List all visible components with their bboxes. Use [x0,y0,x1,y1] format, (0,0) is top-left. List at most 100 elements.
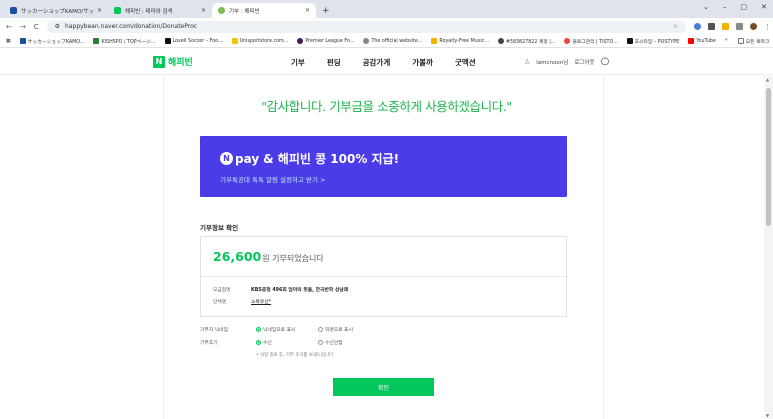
search-icon[interactable]: ○ [601,56,610,67]
bookmark-item[interactable]: KISHSPO / TOPページ... [93,38,156,45]
extension-icon[interactable] [722,23,729,30]
bookmark-label: 포스타입 – POSTYPE [634,39,680,45]
back-icon[interactable]: ← [6,23,12,31]
bookmark-item[interactable]: #583827822 계정 |... [497,38,556,45]
option-row-nickname: 기부자 닉네임 닉네임으로 표시 익명으로 표시 [200,326,380,333]
nav-item[interactable]: 펀딩 [327,57,341,68]
reload-icon[interactable]: C [34,23,39,31]
campaign-row: 모금함명 KBS충청 496회 엄마의 뜻을, 한국반학 상남래 [213,286,348,293]
site-logo[interactable]: N 해피빈 [153,55,193,68]
bookmark-label: 블로그관리 | TISTO... [572,39,618,45]
npay-logo: N pay [220,152,259,166]
apps-icon[interactable]: ▦ [6,39,11,44]
org-row: 단체명 소목유산* [213,298,271,305]
column-divider [603,76,604,419]
bookmarks-more-icon[interactable]: » [725,38,728,45]
favicon-icon [218,7,225,14]
nav-item[interactable]: 공감가게 [363,57,391,68]
maximize-icon[interactable]: ▢ [741,3,748,11]
pay-text: pay [235,151,260,166]
amount-message: 원 기부되었습니다 [262,254,324,263]
tab-title: サッカーショップKAMO/サッカーユニ [21,8,93,15]
user-area: ♙ lamcnoon님 로그아웃 ○ [524,56,609,67]
address-bar[interactable]: ⚙ happybean.naver.com/donation/DonatePro… [46,20,686,33]
browser-toolbar: ← → C ⚙ happybean.naver.com/donation/Don… [0,18,773,35]
campaign-value: KBS충청 496회 엄마의 뜻을, 한국반학 상남래 [251,288,349,293]
bookmark-item[interactable]: Premier League Fo... [297,38,354,44]
browser-tab[interactable]: 해피빈 : 테마와 검색 ✕ [108,3,212,18]
close-icon[interactable]: ✕ [305,7,310,14]
extension-icon[interactable] [708,23,715,30]
banner-subtext[interactable]: 기부톡공대 톡톡 알림 설정하고 받기 > [220,174,325,184]
bookmark-item[interactable]: The official website... [363,38,422,44]
nav-item[interactable]: 기부 [291,57,305,68]
favicon-icon [114,7,121,14]
bookmark-label: Unisportstore.com... [239,38,289,44]
option-row-review: 기부후기 수신 수신안함 [200,339,380,346]
radio-nickname-show[interactable]: 닉네임으로 표시 [256,326,318,333]
scrollbar-thumb[interactable] [766,88,771,226]
all-bookmarks-button[interactable]: 모든 북마크 [737,38,769,45]
bookmark-item[interactable]: Royalty-Free Music... [431,38,489,44]
menu-icon[interactable]: ⋮ [764,23,771,31]
scroll-up-icon[interactable]: ▲ [766,77,769,82]
bookmark-item[interactable]: Lovell Soccer – Foo... [164,38,223,44]
user-name[interactable]: lamcnoon님 [536,58,568,66]
radio-icon [256,327,261,332]
site-header: N 해피빈 기부 펀딩 공감가게 가볼까 굿액션 ♙ lamcnoon님 로그아… [0,48,773,75]
thanks-message: "감사합니다. 기부금을 소중하게 사용하겠습니다." [261,99,512,114]
org-link[interactable]: 소목유산* [251,298,271,305]
radio-label: 익명으로 표시 [325,328,354,333]
url-text[interactable]: happybean.naver.com/donation/DonateProc [65,23,197,30]
new-tab-button[interactable]: + [322,3,330,18]
nav-item[interactable]: 굿액션 [455,57,476,68]
review-note: • 사업 종료 후, 기부 후기를 보내드립니다 [256,353,333,358]
donation-amount: 26,600 원 기부되었습니다 [213,249,324,264]
avatar[interactable] [750,23,757,30]
scrollbar[interactable]: ▲ ▼ [764,76,773,419]
bookmark-label: Lovell Soccer – Foo... [172,38,223,44]
radio-anonymous[interactable]: 익명으로 표시 [318,326,380,333]
forward-icon[interactable]: → [20,23,26,31]
bookmark-item[interactable]: Unisportstore.com... [231,38,289,44]
radio-receive[interactable]: 수신 [256,339,318,346]
favicon-icon [10,7,17,14]
org-label: 단체명 [213,300,227,305]
bookmark-item[interactable]: サッカーショップKAMO... [19,38,84,45]
window-controls: ⌄ – ▢ ✕ [703,3,767,11]
bookmark-label: YouTube [696,38,716,44]
bookmark-label: Royalty-Free Music... [439,38,489,44]
minimize-icon[interactable]: – [723,3,727,11]
bookmark-star-icon[interactable]: ☆ [673,23,678,30]
close-icon[interactable]: ✕ [97,7,102,14]
main-nav: 기부 펀딩 공감가게 가볼까 굿액션 [291,57,476,68]
option-label: 기부후기 [200,341,218,346]
naver-n-icon: N [220,152,233,165]
puzzle-icon[interactable] [736,23,743,30]
logo-text: 해피빈 [168,58,193,68]
close-icon[interactable]: ✕ [201,7,206,14]
logout-link[interactable]: 로그아웃 [574,58,594,66]
extensions: ⋮ [694,23,771,31]
bookmark-label: #583827822 계정 |... [505,39,556,45]
bookmark-item[interactable]: YouTube [688,38,716,44]
radio-icon [318,327,323,332]
close-window-icon[interactable]: ✕ [761,3,767,11]
browser-tab[interactable]: サッカーショップKAMO/サッカーユニ ✕ [4,3,108,18]
tab-search-icon[interactable]: ⌄ [703,3,709,11]
donation-summary-box: 26,600 원 기부되었습니다 모금함명 KBS충청 496회 엄마의 뜻을,… [200,236,567,317]
site-info-icon[interactable]: ⚙ [55,23,60,30]
scroll-down-icon[interactable]: ▼ [766,413,769,418]
bookmark-item[interactable]: 블로그관리 | TISTO... [564,38,618,45]
naver-logo-icon: N [153,55,165,68]
promo-banner[interactable]: N pay & 해피빈 콩 100% 지급! 기부톡공대 톡톡 알림 설정하고 … [200,136,567,197]
browser-tab-active[interactable]: 기부 : 해피빈 ✕ [212,3,316,18]
extension-icon[interactable] [694,23,701,30]
radio-icon [318,340,323,345]
divider [201,276,566,277]
radio-not-receive[interactable]: 수신안함 [318,339,380,346]
confirm-button[interactable]: 확인 [333,378,434,396]
banner-headline-text: & 해피빈 콩 100% 지급! [263,152,400,166]
bookmark-item[interactable]: 포스타입 – POSTYPE [626,38,680,45]
nav-item[interactable]: 가볼까 [412,57,433,68]
